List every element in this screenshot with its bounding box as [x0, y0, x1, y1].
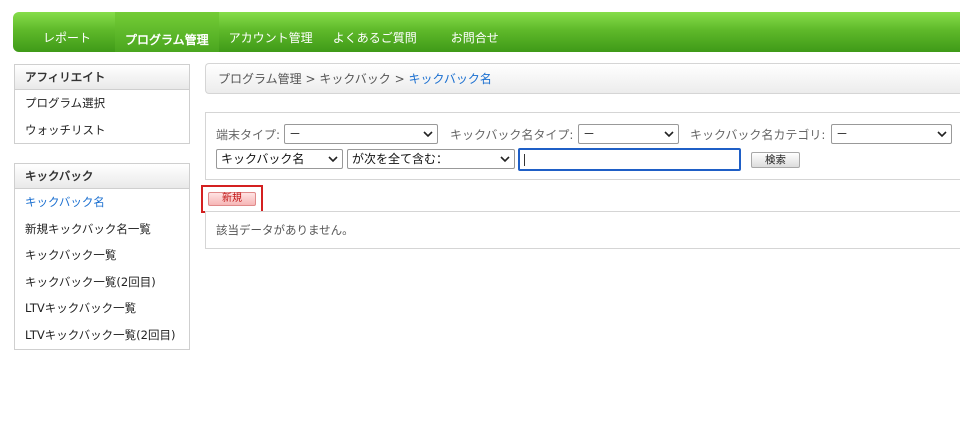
new-button-highlight: 新規	[201, 185, 263, 213]
breadcrumb-separator: >	[301, 72, 320, 86]
empty-result-message: 該当データがありません。	[216, 223, 354, 237]
search-field-value: キックバック名	[221, 152, 305, 166]
nav-item-report[interactable]: レポート	[31, 24, 115, 52]
nav-item-account-management[interactable]: アカウント管理	[219, 24, 323, 52]
kickback-category-label: キックバック名カテゴリ:	[690, 128, 826, 142]
device-type-value: －	[289, 127, 302, 141]
nav-item-program-management[interactable]: プログラム管理	[115, 12, 219, 52]
breadcrumb-current: キックバック名	[408, 72, 492, 86]
sidebar-item-ltv-kickback-list-2nd[interactable]: LTVキックバック一覧(2回目)	[15, 322, 189, 349]
match-condition-value: が次を全て含む：	[352, 152, 449, 166]
sidebar-item-watchlist[interactable]: ウォッチリスト	[15, 117, 189, 144]
sidebar-kickback-title: キックバック	[15, 164, 189, 189]
device-type-label: 端末タイプ:	[216, 128, 281, 142]
sidebar-item-new-kickback-name-list[interactable]: 新規キックバック名一覧	[15, 216, 189, 243]
chevron-down-icon	[423, 131, 433, 138]
sidebar-item-ltv-kickback-list[interactable]: LTVキックバック一覧	[15, 295, 189, 322]
kickback-name-type-select[interactable]: －	[578, 124, 679, 144]
breadcrumb-program-management[interactable]: プログラム管理	[218, 72, 302, 86]
chevron-down-icon	[500, 156, 510, 163]
sidebar-kickback-box: キックバック キックバック名 新規キックバック名一覧 キックバック一覧 キックバ…	[14, 163, 190, 350]
sidebar-item-kickback-list-2nd[interactable]: キックバック一覧(2回目)	[15, 269, 189, 296]
chevron-down-icon	[937, 131, 947, 138]
sidebar-item-kickback-name[interactable]: キックバック名	[15, 189, 189, 216]
nav-item-faq[interactable]: よくあるご質問	[323, 24, 441, 52]
sidebar-item-program-select[interactable]: プログラム選択	[15, 90, 189, 117]
result-panel: 該当データがありません。	[205, 211, 960, 249]
kickback-category-value: －	[836, 127, 849, 141]
new-button[interactable]: 新規	[208, 192, 256, 206]
breadcrumb-kickback[interactable]: キックバック	[319, 72, 390, 86]
text-caret	[524, 154, 525, 166]
kickback-name-type-value: －	[583, 127, 596, 141]
sidebar-item-kickback-list[interactable]: キックバック一覧	[15, 242, 189, 269]
nav-item-contact[interactable]: お問合せ	[441, 24, 509, 52]
sidebar-affiliate-box: アフィリエイト プログラム選択 ウォッチリスト	[14, 64, 190, 145]
kickback-category-select[interactable]: －	[831, 124, 952, 144]
search-button[interactable]: 検索	[751, 152, 800, 168]
chevron-down-icon	[664, 131, 674, 138]
search-field-select[interactable]: キックバック名	[216, 149, 343, 169]
top-navigation: レポート プログラム管理 アカウント管理 よくあるご質問 お問合せ	[13, 12, 960, 52]
breadcrumb-separator: >	[390, 72, 409, 86]
match-condition-select[interactable]: が次を全て含む：	[347, 149, 515, 169]
filter-panel: 端末タイプ: － キックバック名タイプ: － キックバック名カテゴリ: － キッ…	[205, 112, 960, 180]
chevron-down-icon	[328, 156, 338, 163]
sidebar-affiliate-title: アフィリエイト	[15, 65, 189, 90]
kickback-name-type-label: キックバック名タイプ:	[450, 128, 574, 142]
device-type-select[interactable]: －	[284, 124, 438, 144]
search-keyword-input[interactable]	[518, 148, 741, 171]
breadcrumb: プログラム管理 > キックバック > キックバック名	[205, 63, 960, 94]
